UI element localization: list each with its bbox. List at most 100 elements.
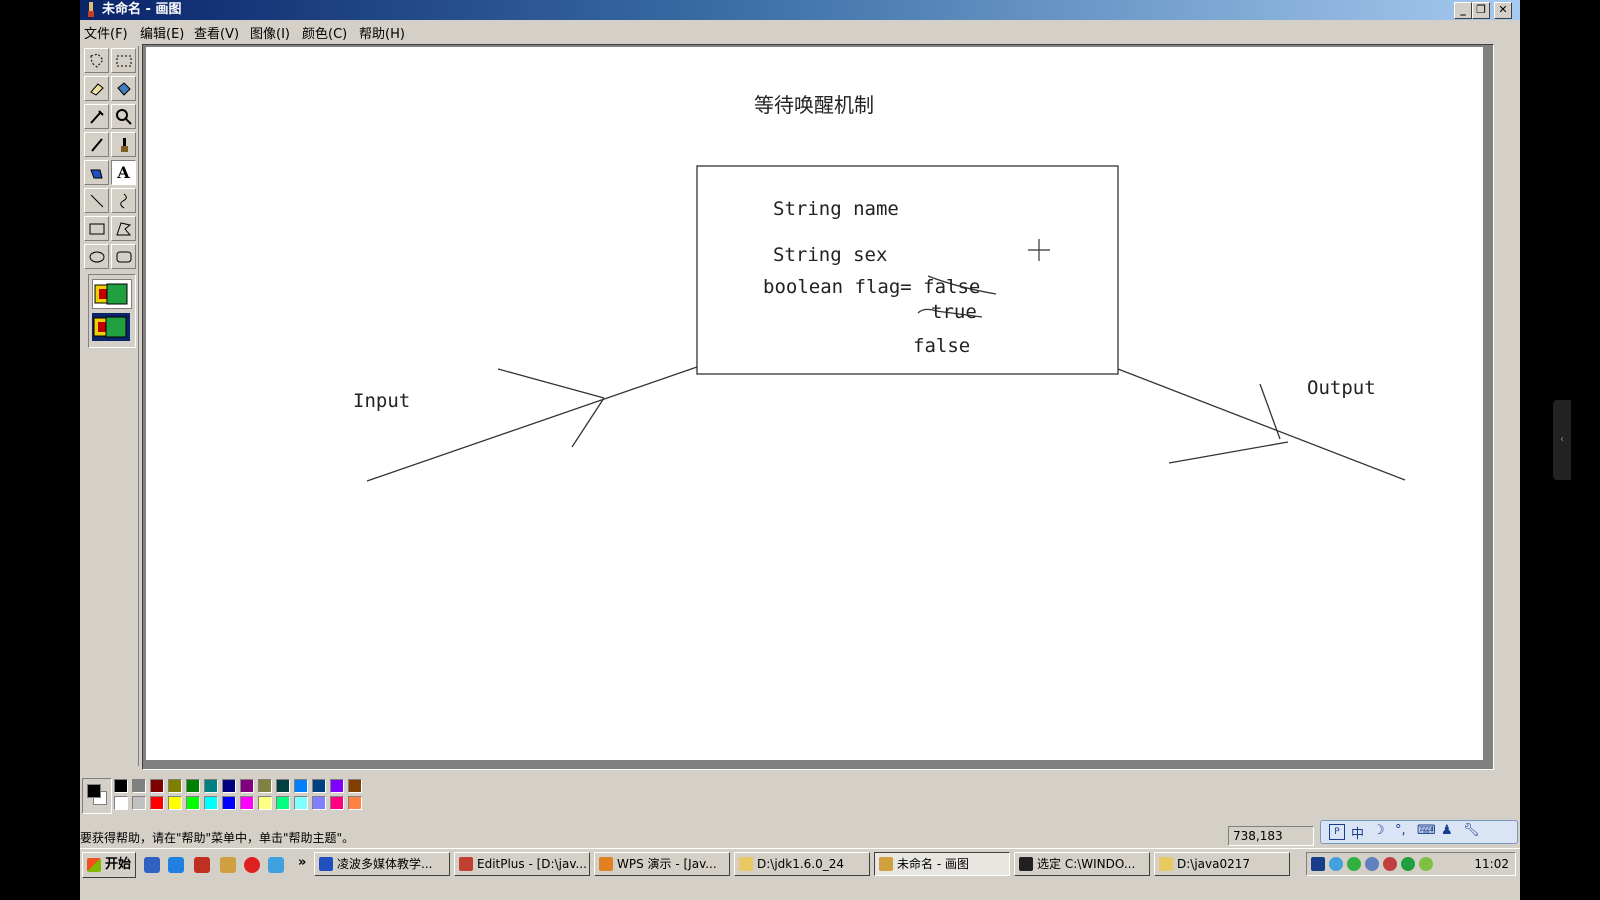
palette-color-swatch[interactable] [114, 796, 128, 810]
palette-color-swatch[interactable] [168, 796, 182, 810]
tray-update-icon[interactable] [1419, 857, 1433, 871]
ime-settings-wrench-icon[interactable]: 🔧︎ [1463, 823, 1480, 838]
airbrush-tool[interactable] [84, 160, 109, 185]
quicklaunch-editor-icon[interactable] [194, 857, 210, 873]
ime-logo-icon[interactable]: P [1329, 824, 1345, 840]
ime-mode-toggle[interactable]: 中 [1351, 823, 1364, 842]
menu-image[interactable]: 图像(I) [250, 23, 290, 42]
rect-select-icon [116, 55, 132, 67]
quicklaunch-more-icon[interactable]: » [298, 855, 306, 870]
line-tool[interactable] [84, 188, 109, 213]
palette-color-swatch[interactable] [330, 779, 344, 793]
menu-edit[interactable]: 编辑(E) [140, 23, 184, 42]
palette-color-swatch[interactable] [186, 796, 200, 810]
side-collapse-tab[interactable]: ‹ [1553, 400, 1571, 480]
folder-icon [739, 857, 753, 871]
palette-color-swatch[interactable] [312, 779, 326, 793]
task-button-paint[interactable]: 未命名 - 画图 [874, 852, 1010, 876]
ellipse-tool[interactable] [84, 244, 109, 269]
rect-select-tool[interactable] [111, 48, 136, 73]
palette-color-swatch[interactable] [114, 779, 128, 793]
task-button-teaching[interactable]: 凌波多媒体教学... [314, 852, 450, 876]
rounded-rect-tool[interactable] [111, 244, 136, 269]
tray-security-icon[interactable] [1383, 857, 1397, 871]
rectangle-tool[interactable] [84, 216, 109, 241]
windows-logo-icon [87, 858, 101, 872]
palette-color-swatch[interactable] [294, 779, 308, 793]
palette-color-swatch[interactable] [168, 779, 182, 793]
eraser-tool[interactable] [84, 76, 109, 101]
palette-color-swatch[interactable] [294, 796, 308, 810]
task-label: D:\java0217 [1177, 857, 1251, 871]
polygon-tool[interactable] [111, 216, 136, 241]
color-palette [82, 778, 362, 814]
palette-color-swatch[interactable] [258, 796, 272, 810]
task-button-jdk-folder[interactable]: D:\jdk1.6.0_24 [734, 852, 870, 876]
text-tool[interactable]: A [111, 160, 136, 185]
palette-color-swatch[interactable] [312, 796, 326, 810]
palette-color-swatch[interactable] [222, 796, 236, 810]
window-title-bar[interactable]: 未命名 - 画图 _ ❐ ✕ [80, 0, 1520, 20]
palette-color-swatch[interactable] [330, 796, 344, 810]
palette-color-swatch[interactable] [276, 796, 290, 810]
opaque-background-option[interactable] [92, 279, 132, 309]
restore-button[interactable]: ❐ [1472, 2, 1490, 19]
tray-ime-icon[interactable] [1311, 857, 1325, 871]
tray-messenger-icon[interactable] [1329, 857, 1343, 871]
palette-color-swatch[interactable] [150, 779, 164, 793]
tray-network-icon[interactable] [1347, 857, 1361, 871]
menu-view[interactable]: 查看(V) [194, 23, 239, 42]
quicklaunch-messenger-icon[interactable] [268, 857, 284, 873]
quicklaunch-qq-icon[interactable] [144, 857, 160, 873]
ime-keyboard-icon[interactable]: ⌨ [1417, 823, 1436, 838]
palette-color-swatch[interactable] [348, 779, 362, 793]
palette-color-swatch[interactable] [204, 779, 218, 793]
magnifier-tool[interactable] [111, 104, 136, 129]
palette-color-swatch[interactable] [186, 779, 200, 793]
palette-color-swatch[interactable] [240, 779, 254, 793]
brush-tool[interactable] [111, 132, 136, 157]
tray-display-icon[interactable] [1365, 857, 1379, 871]
taskbar: 开始 » 凌波多媒体教学... EditPlus - [D:\jav... WP… [80, 848, 1520, 879]
quicklaunch-paint-icon[interactable] [220, 857, 236, 873]
ime-language-bar[interactable]: P 中 ☽ °, ⌨ ♟ 🔧︎ [1320, 820, 1518, 844]
menu-file[interactable]: 文件(F) [84, 23, 128, 42]
menu-colors[interactable]: 颜色(C) [302, 23, 347, 42]
pick-color-tool[interactable] [84, 104, 109, 129]
free-select-tool[interactable] [84, 48, 109, 73]
palette-color-swatch[interactable] [258, 779, 272, 793]
task-button-wps[interactable]: WPS 演示 - [Jav... [594, 852, 730, 876]
ime-punctuation-icon[interactable]: °, [1395, 823, 1406, 838]
minimize-button[interactable]: _ [1454, 2, 1472, 19]
output-arrow-upper [1259, 383, 1281, 440]
palette-color-swatch[interactable] [132, 779, 146, 793]
fill-tool[interactable] [111, 76, 136, 101]
palette-color-swatch[interactable] [222, 779, 236, 793]
task-button-java-folder[interactable]: D:\java0217 [1154, 852, 1290, 876]
current-colors[interactable] [82, 778, 112, 814]
palette-color-swatch[interactable] [150, 796, 164, 810]
task-button-cmd[interactable]: 选定 C:\WINDO... [1014, 852, 1150, 876]
start-button[interactable]: 开始 [82, 852, 136, 878]
drawing-canvas[interactable]: 等待唤醒机制 String name String sex boolean fl… [146, 47, 1483, 760]
transparent-background-option[interactable] [92, 313, 130, 341]
palette-color-swatch[interactable] [204, 796, 218, 810]
input-line-main [366, 366, 698, 482]
palette-color-swatch[interactable] [348, 796, 362, 810]
ime-user-icon[interactable]: ♟ [1441, 823, 1453, 838]
close-button[interactable]: ✕ [1494, 2, 1512, 19]
console-icon [1019, 857, 1033, 871]
quicklaunch-ie-icon[interactable] [168, 857, 184, 873]
palette-color-swatch[interactable] [132, 796, 146, 810]
tray-shield-icon[interactable] [1401, 857, 1415, 871]
status-help-text: 要获得帮助，请在"帮助"菜单中，单击"帮助主题"。 [80, 831, 355, 845]
ime-width-moon-icon[interactable]: ☽ [1373, 823, 1385, 838]
palette-color-swatch[interactable] [240, 796, 254, 810]
curve-tool[interactable] [111, 188, 136, 213]
task-button-editplus[interactable]: EditPlus - [D:\jav... [454, 852, 590, 876]
palette-color-swatch[interactable] [276, 779, 290, 793]
quicklaunch-media-icon[interactable] [244, 857, 260, 873]
menu-help[interactable]: 帮助(H) [359, 23, 405, 42]
system-tray: 11:02 [1306, 852, 1516, 876]
pencil-tool[interactable] [84, 132, 109, 157]
